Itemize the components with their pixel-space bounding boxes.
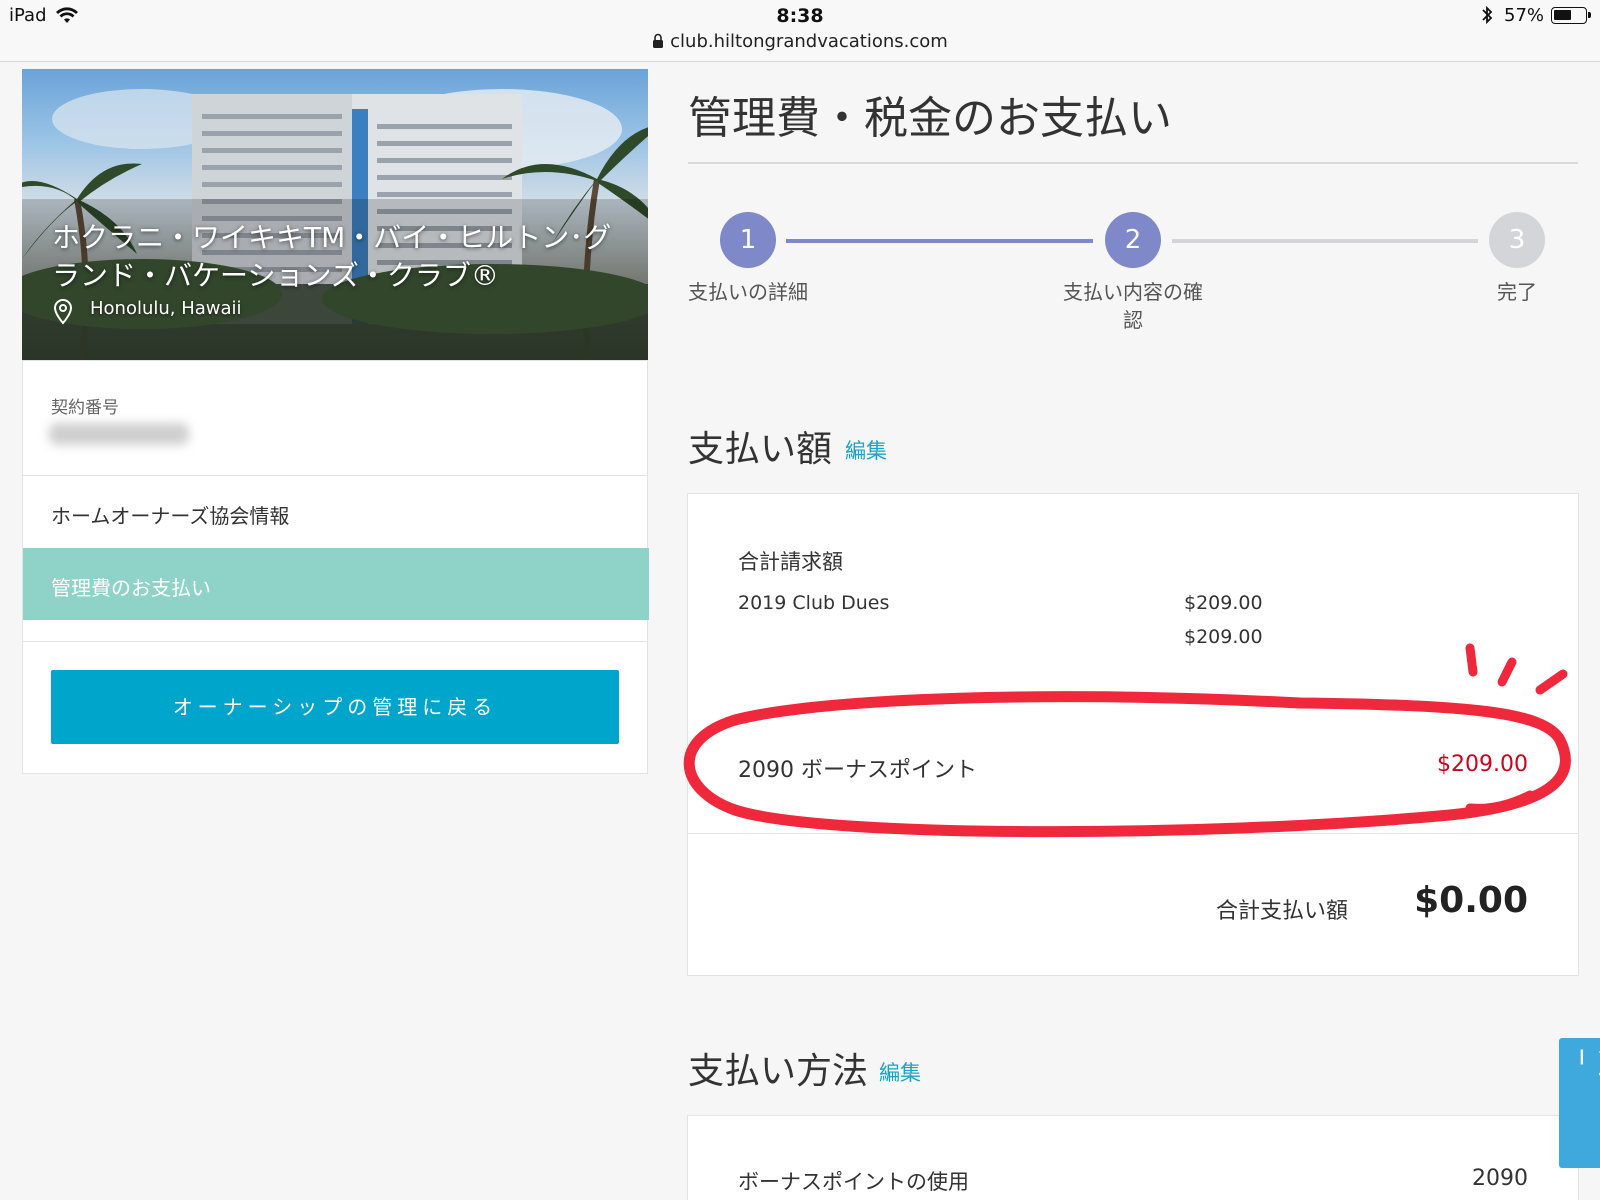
- browser-chrome: iPad 8:38 57% club.hiltongrandvacations.…: [0, 0, 1600, 62]
- step-3-circle: 3: [1489, 212, 1545, 268]
- property-card: 契約番号 ホームオーナーズ協会情報 管理費のお支払い オーナーシップの管理に戻る: [22, 360, 649, 774]
- line-item-label: 2019 Club Dues: [738, 592, 890, 614]
- subtotal-amount: $209.00: [1184, 626, 1263, 648]
- bonus-use-value: 2090: [1472, 1166, 1528, 1191]
- bonus-points-label: 2090 ボーナスポイント: [738, 758, 977, 783]
- step-1-label: 支払いの詳細: [688, 280, 808, 304]
- payment-method-heading: 支払い方法: [688, 1051, 869, 1092]
- payment-summary-box: 合計請求額 2019 Club Dues $209.00 $209.00 209…: [687, 493, 1579, 976]
- sidebar-item-label: 管理費のお支払い: [51, 576, 211, 600]
- divider: [23, 641, 647, 642]
- bonus-points-amount: $209.00: [1437, 752, 1528, 777]
- property-hero-image: ホクラニ・ワイキキTM・バイ・ヒルトン･グランド・バケーションズ・クラブ® Ho…: [22, 69, 648, 360]
- sidebar-item-management-fee[interactable]: 管理費のお支払い: [23, 548, 649, 620]
- payment-amount-heading: 支払い額: [688, 429, 833, 470]
- sidebar-item-hoa-info[interactable]: ホームオーナーズ協会情報: [51, 500, 289, 529]
- edit-payment-amount-link[interactable]: 編集: [845, 435, 887, 465]
- payment-method-box: ボーナスポイントの使用 2090: [687, 1115, 1579, 1200]
- review-tab-label: 評価・レビュー: [1570, 1048, 1600, 1156]
- bonus-use-label: ボーナスポイントの使用: [738, 1170, 969, 1194]
- back-to-ownership-button[interactable]: オーナーシップの管理に戻る: [51, 670, 619, 744]
- bluetooth-icon: [1482, 5, 1493, 25]
- location-text: Honolulu, Hawaii: [90, 298, 242, 319]
- line-item-amount: $209.00: [1184, 592, 1263, 614]
- total-payment-label: 合計支払い額: [1216, 899, 1349, 924]
- location-pin-icon: [53, 298, 73, 325]
- battery-percent: 57%: [1504, 5, 1545, 26]
- divider: [23, 475, 647, 476]
- step-connector-done: [786, 239, 1093, 243]
- edit-payment-method-link[interactable]: 編集: [879, 1057, 921, 1087]
- step-3-label: 完了: [1497, 280, 1537, 304]
- page-title: 管理費・税金のお支払い: [688, 93, 1172, 144]
- step-2-label: 支払い内容の確認: [1063, 280, 1203, 332]
- lock-icon: [653, 33, 664, 48]
- step-connector-pending: [1172, 239, 1478, 243]
- address-bar[interactable]: club.hiltongrandvacations.com: [0, 31, 1600, 52]
- contract-number-label: 契約番号: [51, 398, 119, 418]
- review-feedback-tab[interactable]: 評価・レビュー: [1559, 1038, 1600, 1168]
- clock: 8:38: [776, 5, 824, 27]
- total-payment-amount: $0.00: [1414, 880, 1528, 921]
- divider: [688, 833, 1578, 834]
- battery-icon: [1551, 7, 1591, 24]
- property-name: ホクラニ・ワイキキTM・バイ・ヒルトン･グランド・バケーションズ・クラブ®: [52, 221, 612, 292]
- url-text: club.hiltongrandvacations.com: [670, 31, 948, 52]
- step-2-circle: 2: [1105, 212, 1161, 268]
- total-billed-label: 合計請求額: [738, 550, 843, 574]
- title-divider: [688, 162, 1578, 164]
- contract-number-redacted: [49, 423, 189, 445]
- step-1-circle: 1: [720, 212, 776, 268]
